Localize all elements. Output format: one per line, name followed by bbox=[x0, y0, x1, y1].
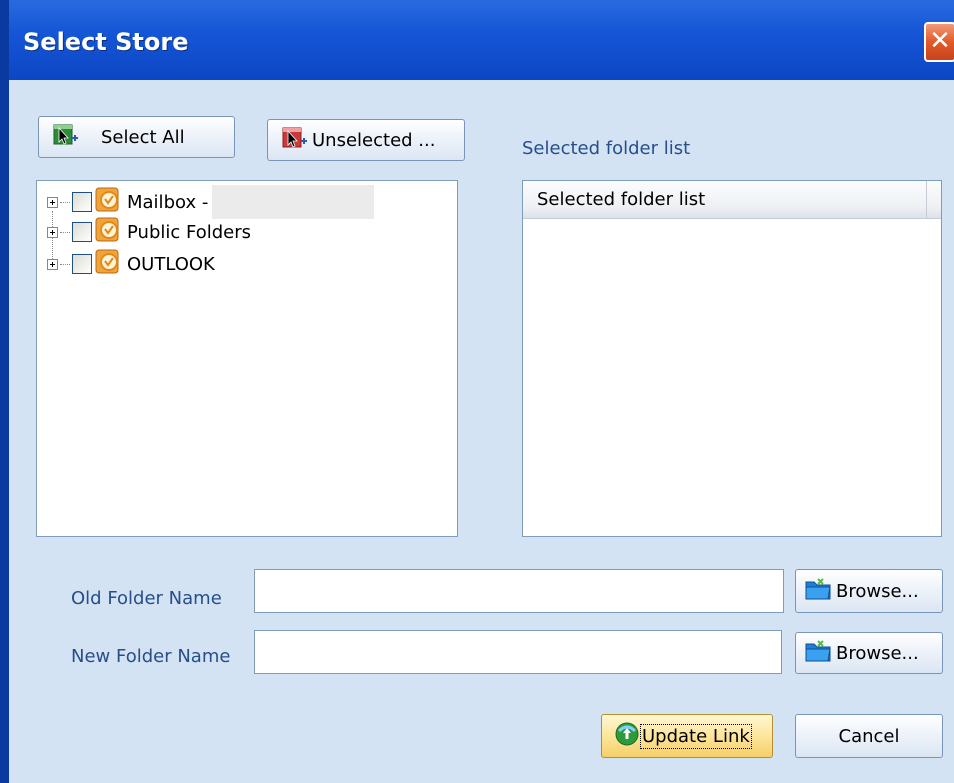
redacted-area bbox=[212, 185, 375, 219]
old-folder-name-input[interactable] bbox=[254, 569, 784, 613]
old-folder-name-label: Old Folder Name bbox=[71, 588, 222, 609]
cancel-label: Cancel bbox=[838, 725, 900, 747]
tree-item-label: OUTLOOK bbox=[127, 253, 215, 275]
tree-line bbox=[60, 231, 70, 233]
title-bar[interactable]: Select Store ✕ bbox=[9, 0, 954, 80]
mailbox-checkbox[interactable] bbox=[72, 192, 92, 212]
browse-old-button[interactable]: Browse... bbox=[795, 569, 943, 613]
new-folder-name-input[interactable] bbox=[254, 630, 782, 674]
cancel-button[interactable]: Cancel bbox=[795, 714, 943, 758]
new-folder-name-label: New Folder Name bbox=[71, 646, 231, 667]
unselected-label: Unselected ... bbox=[312, 129, 436, 151]
close-icon: ✕ bbox=[929, 26, 951, 56]
browse-new-button[interactable]: Browse... bbox=[795, 632, 943, 674]
list-column-header[interactable]: Selected folder list bbox=[523, 181, 927, 218]
unselected-button[interactable]: Unselected ... bbox=[267, 119, 465, 161]
tree-item-public-folders[interactable]: Public Folders bbox=[47, 217, 251, 247]
outlook-store-icon bbox=[95, 249, 121, 280]
folder-open-icon bbox=[804, 639, 832, 668]
browse-label: Browse... bbox=[836, 580, 919, 602]
select-all-label: Select All bbox=[101, 126, 185, 148]
expand-icon[interactable] bbox=[47, 258, 58, 270]
globe-refresh-icon bbox=[614, 721, 640, 752]
tree-item-label: Mailbox - bbox=[127, 191, 209, 213]
cursor-minus-icon bbox=[282, 127, 308, 154]
store-tree[interactable]: Mailbox - Public Folders OUTLOOK bbox=[36, 180, 458, 537]
dialog-title: Select Store bbox=[23, 28, 189, 56]
expand-icon[interactable] bbox=[47, 226, 58, 238]
selected-folder-list-label: Selected folder list bbox=[522, 138, 691, 159]
cursor-plus-icon bbox=[53, 124, 79, 151]
tree-line bbox=[60, 201, 70, 203]
public-folders-checkbox[interactable] bbox=[72, 222, 92, 242]
list-header: Selected folder list bbox=[523, 181, 941, 219]
outlook-store-icon bbox=[95, 187, 121, 218]
update-link-button[interactable]: Update Link bbox=[601, 714, 773, 758]
browse-label: Browse... bbox=[836, 642, 919, 664]
select-store-dialog: Select Store ✕ Select All Unselected ...… bbox=[0, 0, 954, 783]
tree-item-label: Public Folders bbox=[127, 221, 251, 243]
outlook-store-icon bbox=[95, 217, 121, 248]
dialog-body: Select All Unselected ... Selected folde… bbox=[9, 80, 954, 783]
select-all-button[interactable]: Select All bbox=[38, 116, 235, 158]
tree-line bbox=[60, 263, 70, 265]
outlook-checkbox[interactable] bbox=[72, 254, 92, 274]
selected-folder-list[interactable]: Selected folder list bbox=[522, 180, 942, 537]
folder-open-icon bbox=[804, 577, 832, 606]
tree-item-mailbox[interactable]: Mailbox - bbox=[47, 185, 375, 219]
tree-item-outlook[interactable]: OUTLOOK bbox=[47, 249, 215, 279]
close-button[interactable]: ✕ bbox=[924, 22, 954, 62]
update-link-label: Update Link bbox=[640, 723, 752, 749]
expand-icon[interactable] bbox=[47, 196, 58, 208]
